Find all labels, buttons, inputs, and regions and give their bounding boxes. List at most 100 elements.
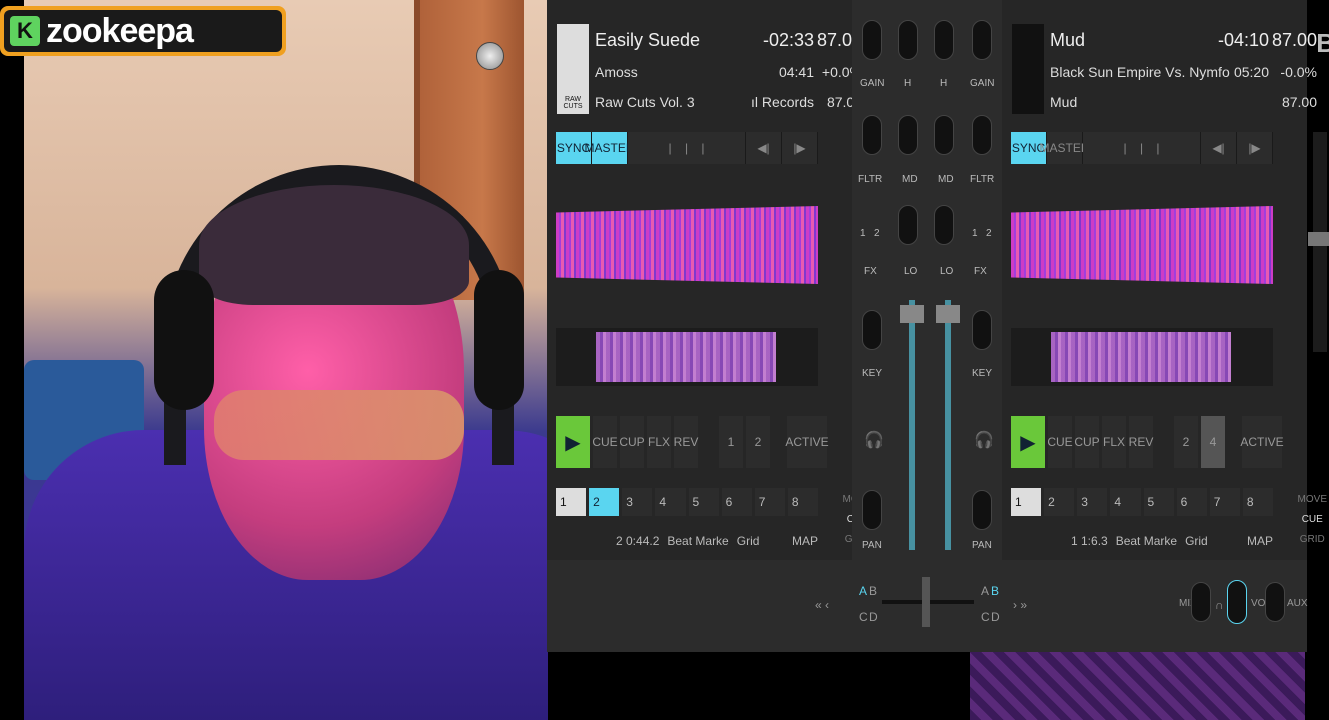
hotcue-3[interactable]: 3 <box>622 488 653 516</box>
play-button[interactable]: ▶ <box>556 416 590 468</box>
hotcue-8[interactable]: 8 <box>787 488 818 516</box>
hotcue-7[interactable]: 7 <box>1209 488 1240 516</box>
hotcue-3[interactable]: 3 <box>1077 488 1108 516</box>
track-overview[interactable] <box>556 328 818 386</box>
fx-assign-1-b[interactable]: 1 <box>972 228 978 239</box>
xf-assign-d-left[interactable]: D <box>869 610 878 624</box>
reverse-button[interactable]: REV <box>1129 416 1153 468</box>
waveform[interactable] <box>1011 170 1273 320</box>
nudge-back-icon[interactable]: ◀| <box>746 132 782 164</box>
loop-active-button[interactable]: ACTIVE <box>785 416 829 468</box>
fx-assign-1-a[interactable]: 1 <box>860 228 866 239</box>
aux-label: AUX <box>1287 598 1308 609</box>
xf-assign-d-right[interactable]: D <box>991 610 1000 624</box>
crossfader-forward-icon[interactable]: › » <box>1013 598 1027 612</box>
time-remaining: -02:33 <box>762 30 814 50</box>
nudge-forward-icon[interactable]: |▶ <box>1237 132 1273 164</box>
aux-knob[interactable] <box>1265 582 1285 622</box>
cue-button[interactable]: CUE <box>592 416 618 468</box>
hotcue-8[interactable]: 8 <box>1242 488 1273 516</box>
master-button[interactable]: MASTER <box>1040 132 1090 164</box>
cue-type-beatmarker[interactable]: Beat Marke <box>667 534 728 548</box>
key-knob-b[interactable] <box>972 310 992 350</box>
pitch-fader-handle[interactable] <box>1308 232 1329 246</box>
hotcue-7[interactable]: 7 <box>754 488 785 516</box>
reverse-button[interactable]: REV <box>674 416 698 468</box>
nudge-forward-icon[interactable]: |▶ <box>782 132 818 164</box>
play-button[interactable]: ▶ <box>1011 416 1045 468</box>
lo-eq-knob-a[interactable] <box>898 205 918 245</box>
hotcue-2[interactable]: 2 <box>1044 488 1075 516</box>
headphone-volume-knob[interactable] <box>1227 580 1247 624</box>
xf-assign-c-right[interactable]: C <box>981 610 990 624</box>
hotcue-6[interactable]: 6 <box>721 488 752 516</box>
xf-assign-c-left[interactable]: C <box>859 610 868 624</box>
grid-toggle[interactable]: Grid <box>737 534 760 548</box>
loop-size-2[interactable]: 4 <box>1201 416 1225 468</box>
flux-button[interactable]: FLX <box>647 416 671 468</box>
track-album: Raw Cuts Vol. 3 <box>595 94 695 110</box>
loop-size-1[interactable]: 1 <box>719 416 743 468</box>
track-artist: Amoss <box>595 64 638 80</box>
mode-cue[interactable]: CUE <box>1298 510 1327 530</box>
hotcue-4[interactable]: 4 <box>1110 488 1141 516</box>
cup-button[interactable]: CUP <box>1074 416 1100 468</box>
crossfader-handle[interactable] <box>922 577 930 627</box>
nudge-back-icon[interactable]: ◀| <box>1201 132 1237 164</box>
xf-assign-b-left[interactable]: B <box>869 584 877 598</box>
key-knob-a[interactable] <box>862 310 882 350</box>
headphone-cue-icon-b[interactable]: 🎧 <box>974 430 994 450</box>
loop-size-1[interactable]: 2 <box>1174 416 1198 468</box>
volume-fader-a[interactable] <box>900 305 924 323</box>
volume-fader-b[interactable] <box>936 305 960 323</box>
mode-grid[interactable]: GRID <box>1298 530 1327 550</box>
xf-assign-a-right[interactable]: A <box>981 584 989 598</box>
cup-button[interactable]: CUP <box>619 416 645 468</box>
gain-knob-a[interactable] <box>862 20 882 60</box>
hotcue-2[interactable]: 2 <box>589 488 620 516</box>
crossfader-back-icon[interactable]: « ‹ <box>815 598 829 612</box>
gain-knob-b[interactable] <box>972 20 992 60</box>
loop-size-2[interactable]: 2 <box>746 416 770 468</box>
waveform-graphic <box>1011 206 1273 284</box>
mid-eq-knob-a[interactable] <box>898 115 918 155</box>
pan-knob-b[interactable] <box>972 490 992 530</box>
waveform[interactable] <box>556 170 818 320</box>
hotcue-5[interactable]: 5 <box>1143 488 1174 516</box>
grid-toggle[interactable]: Grid <box>1185 534 1208 548</box>
fx-assign-2-a[interactable]: 2 <box>874 228 880 239</box>
hi-eq-knob-a[interactable] <box>898 20 918 60</box>
cue-mode-selector[interactable]: MOVE CUE GRID <box>1298 490 1327 550</box>
mid-eq-knob-b[interactable] <box>934 115 954 155</box>
master-button[interactable]: MASTER <box>585 132 635 164</box>
hi-eq-knob-b[interactable] <box>934 20 954 60</box>
hotcue-4[interactable]: 4 <box>655 488 686 516</box>
filter-knob-b[interactable] <box>972 115 992 155</box>
kick-logo-icon: K <box>10 16 40 46</box>
headphone-cue-icon-a[interactable]: 🎧 <box>864 430 884 450</box>
waveform-graphic <box>556 206 818 284</box>
hotcue-6[interactable]: 6 <box>1176 488 1207 516</box>
tempo-pitch: -0.0% <box>1280 64 1317 80</box>
gain-label-b: GAIN <box>970 78 995 89</box>
xf-assign-a-left[interactable]: A <box>859 584 867 598</box>
flux-button[interactable]: FLX <box>1102 416 1126 468</box>
pan-knob-a[interactable] <box>862 490 882 530</box>
pitch-fader[interactable] <box>1308 132 1329 352</box>
mode-move[interactable]: MOVE <box>1298 490 1327 510</box>
map-button[interactable]: MAP <box>1247 534 1273 548</box>
hotcue-1[interactable]: 1 <box>1011 488 1042 516</box>
cue-button[interactable]: CUE <box>1047 416 1073 468</box>
lo-eq-knob-b[interactable] <box>934 205 954 245</box>
cue-type-beatmarker[interactable]: Beat Marke <box>1116 534 1177 548</box>
filter-knob-a[interactable] <box>862 115 882 155</box>
hotcue-5[interactable]: 5 <box>688 488 719 516</box>
track-overview[interactable] <box>1011 328 1273 386</box>
fx-assign-2-b[interactable]: 2 <box>986 228 992 239</box>
hotcue-1[interactable]: 1 <box>556 488 587 516</box>
channel-name: zookeepa <box>46 11 194 50</box>
loop-active-button[interactable]: ACTIVE <box>1240 416 1284 468</box>
xf-assign-b-right[interactable]: B <box>991 584 999 598</box>
map-button[interactable]: MAP <box>792 534 818 548</box>
mix-knob[interactable] <box>1191 582 1211 622</box>
